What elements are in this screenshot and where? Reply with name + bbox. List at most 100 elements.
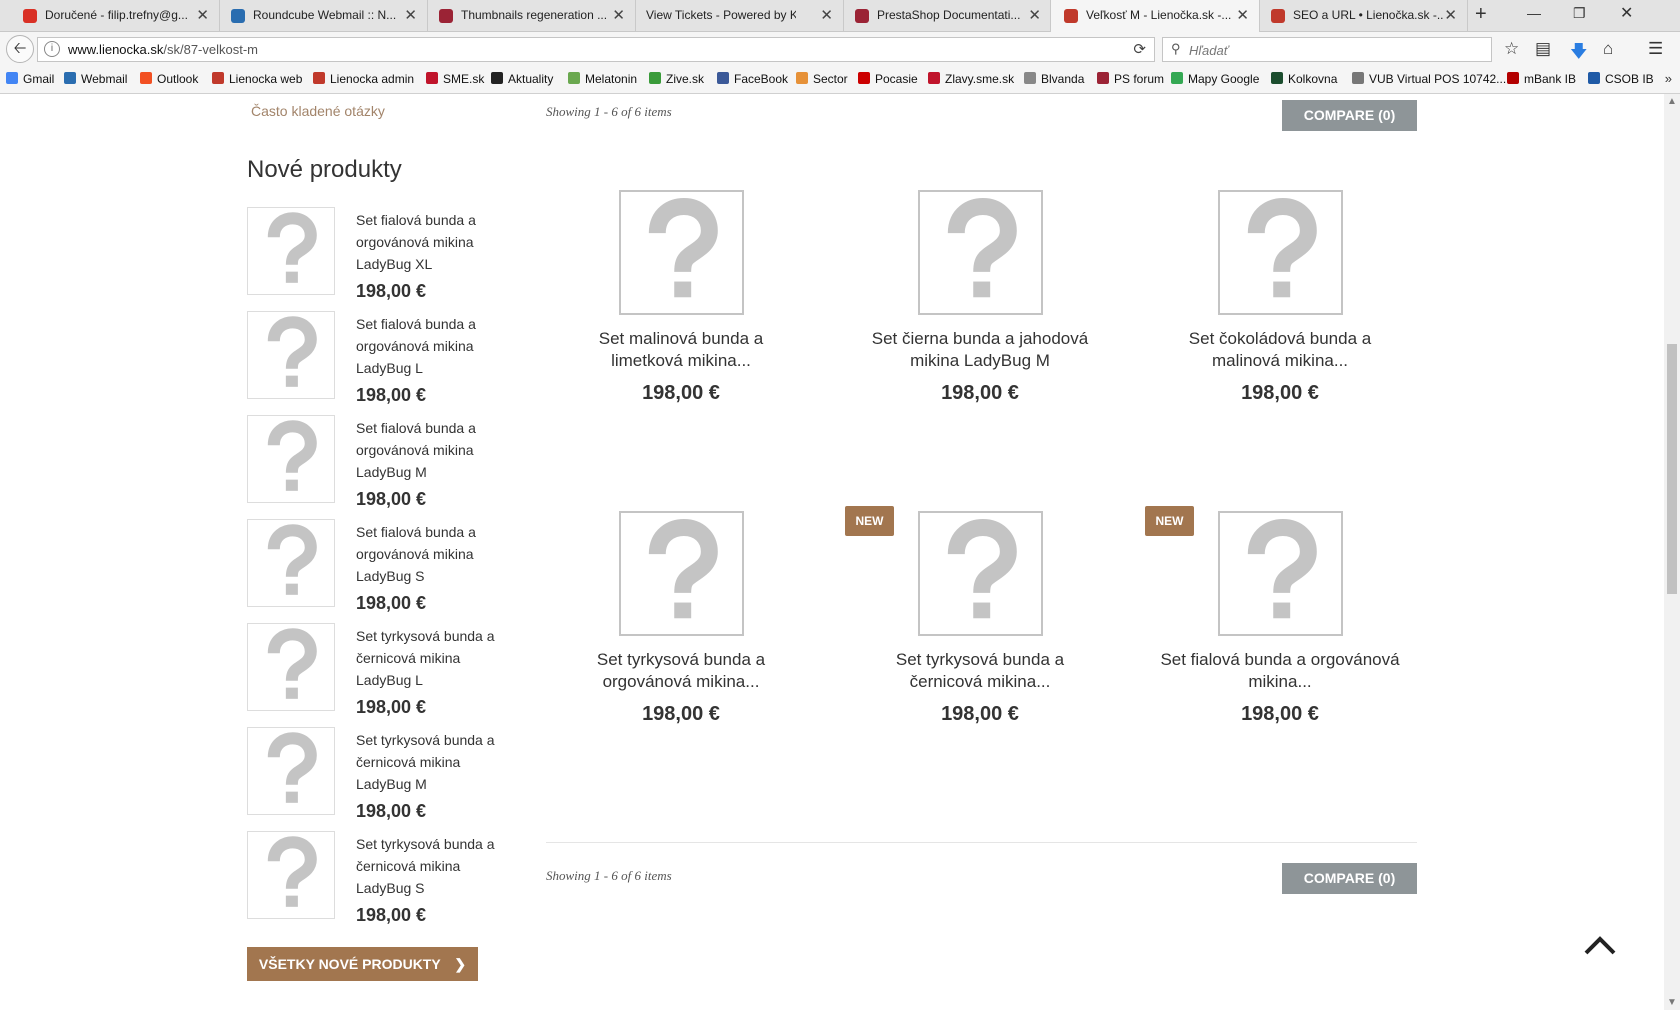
browser-tab[interactable]: Roundcube Webmail :: N... ✕ [218,0,428,31]
product-name[interactable]: Set fialová bunda a orgovánová mikina... [1160,649,1400,693]
new-product-name[interactable]: Set fialová bunda a orgovánová mikina La… [356,209,506,275]
product-image[interactable] [918,511,1043,636]
compare-button-bottom[interactable]: COMPARE (0) [1282,863,1417,894]
product-card[interactable]: Set fialová bunda a orgovánová mikina...… [1160,511,1400,761]
close-tab-icon[interactable]: ✕ [612,6,625,24]
more-bookmarks-icon[interactable]: » [1665,71,1672,86]
close-tab-icon[interactable]: ✕ [196,6,209,24]
product-name[interactable]: Set malinová bunda a limetková mikina... [561,328,801,372]
bookmark-label: Outlook [157,72,199,86]
product-card[interactable]: Set čokoládová bunda a malinová mikina..… [1160,190,1400,440]
bookmark-item[interactable]: Aktuality [491,72,553,86]
product-card[interactable]: Set tyrkysová bunda a černicová mikina..… [860,511,1100,761]
bookmark-item[interactable]: Kolkovna [1271,72,1337,86]
url-text[interactable]: www.lienocka.sk/sk/87-velkost-m [68,42,258,57]
bookmark-item[interactable]: Melatonin [568,72,637,86]
product-thumbnail[interactable] [247,623,335,711]
product-thumbnail[interactable] [247,415,335,503]
menu-icon[interactable]: ☰ [1648,39,1663,59]
bookmark-item[interactable]: Gmail [6,72,54,86]
bookmark-label: Lienocka web [229,72,303,86]
bookmark-item[interactable]: Pocasie [858,72,918,86]
close-tab-icon[interactable]: ✕ [1444,6,1457,24]
new-product-name[interactable]: Set tyrkysová bunda a černicová mikina L… [356,729,506,795]
minimize-icon[interactable]: — [1527,5,1541,21]
product-image[interactable] [619,511,744,636]
new-product-name[interactable]: Set fialová bunda a orgovánová mikina La… [356,521,506,587]
bookmark-favicon-icon [64,72,76,84]
browser-tab[interactable]: View Tickets - Powered by Ka... ✕ [634,0,844,31]
product-name[interactable]: Set čokoládová bunda a malinová mikina..… [1160,328,1400,372]
bookmark-item[interactable]: Webmail [64,72,127,86]
compare-button-top[interactable]: COMPARE (0) [1282,100,1417,131]
product-card[interactable]: Set tyrkysová bunda a orgovánová mikina.… [561,511,801,761]
reading-list-icon[interactable]: ▤ [1535,39,1551,59]
info-icon[interactable]: i [44,41,60,57]
all-new-products-button[interactable]: VŠETKY NOVÉ PRODUKTY ❯ [247,947,478,981]
close-tab-icon[interactable]: ✕ [1028,6,1041,24]
scroll-down-icon[interactable]: ▼ [1667,997,1677,1008]
back-button[interactable]: 🡠 [6,35,34,63]
product-thumbnail[interactable] [247,311,335,399]
back-to-top-icon[interactable] [1580,929,1620,959]
bookmark-item[interactable]: Mapy Google [1171,72,1259,86]
browser-tab[interactable]: Doručené - filip.trefny@g... ✕ [10,0,220,31]
bookmark-item[interactable]: Outlook [140,72,198,86]
product-card[interactable]: Set čierna bunda a jahodová mikina LadyB… [860,190,1100,440]
bookmark-item[interactable]: VUB Virtual POS 10742... [1352,72,1506,86]
faq-link[interactable]: Často kladené otázky [251,103,385,119]
browser-tab[interactable]: SEO a URL • Lienočka.sk -... ✕ [1258,0,1468,31]
scroll-up-icon[interactable]: ▲ [1667,96,1677,107]
address-bar[interactable]: i www.lienocka.sk/sk/87-velkost-m ⟳ [37,37,1155,62]
product-card[interactable]: Set malinová bunda a limetková mikina...… [561,190,801,440]
bookmark-item[interactable]: Sector [796,72,848,86]
browser-tab[interactable]: Thumbnails regeneration ... ✕ [426,0,636,31]
download-icon[interactable]: 🡇 [1570,39,1587,68]
new-product-name[interactable]: Set tyrkysová bunda a černicová mikina L… [356,833,506,899]
home-icon[interactable]: ⌂ [1603,39,1613,59]
product-thumbnail[interactable] [247,207,335,295]
reload-icon[interactable]: ⟳ [1133,40,1146,58]
product-name[interactable]: Set tyrkysová bunda a orgovánová mikina.… [561,649,801,693]
bookmark-item[interactable]: Blvanda [1024,72,1084,86]
bookmark-item[interactable]: Lienocka web [212,72,302,86]
bookmark-favicon-icon [928,72,940,84]
scrollbar-thumb[interactable] [1667,344,1677,594]
product-image[interactable] [918,190,1043,315]
bookmark-item[interactable]: mBank IB [1507,72,1576,86]
new-tab-button[interactable]: + [1475,3,1487,26]
bookmark-item[interactable]: SME.sk [426,72,484,86]
bookmark-item[interactable]: CSOB IB [1588,72,1654,86]
bookmark-item[interactable]: Lienocka admin [313,72,414,86]
close-tab-icon[interactable]: ✕ [404,6,417,24]
scrollbar[interactable]: ▲ ▼ [1664,94,1680,1010]
browser-tab[interactable]: PrestaShop Documentati... ✕ [842,0,1052,31]
product-price: 198,00 € [941,703,1019,725]
product-name[interactable]: Set tyrkysová bunda a černicová mikina..… [860,649,1100,693]
bookmark-label: CSOB IB [1605,72,1654,86]
chevron-right-icon: ❯ [454,956,467,972]
bookmark-favicon-icon [649,72,661,84]
search-input[interactable]: ⚲ Hľadať [1162,37,1492,62]
bookmark-item[interactable]: Zive.sk [649,72,704,86]
new-product-name[interactable]: Set tyrkysová bunda a černicová mikina L… [356,625,506,691]
restore-icon[interactable]: ❐ [1573,5,1586,22]
new-product-name[interactable]: Set fialová bunda a orgovánová mikina La… [356,313,506,379]
bookmark-item[interactable]: PS forum [1097,72,1164,86]
product-thumbnail[interactable] [247,831,335,919]
product-image[interactable] [1218,190,1343,315]
browser-tab[interactable]: Veľkosť M - Lienočka.sk -... ✕ [1050,0,1260,32]
product-thumbnail[interactable] [247,727,335,815]
new-product-name[interactable]: Set fialová bunda a orgovánová mikina La… [356,417,506,483]
product-image[interactable] [1218,511,1343,636]
product-thumbnail[interactable] [247,519,335,607]
close-window-icon[interactable]: ✕ [1620,3,1633,23]
product-image[interactable] [619,190,744,315]
close-tab-icon[interactable]: ✕ [1236,6,1249,24]
bookmark-item[interactable]: Zlavy.sme.sk [928,72,1014,86]
bookmark-star-icon[interactable]: ☆ [1504,39,1519,59]
close-tab-icon[interactable]: ✕ [820,6,833,24]
bookmark-item[interactable]: FaceBook [717,72,788,86]
product-name[interactable]: Set čierna bunda a jahodová mikina LadyB… [860,328,1100,372]
new-product-price: 198,00 € [356,697,427,717]
